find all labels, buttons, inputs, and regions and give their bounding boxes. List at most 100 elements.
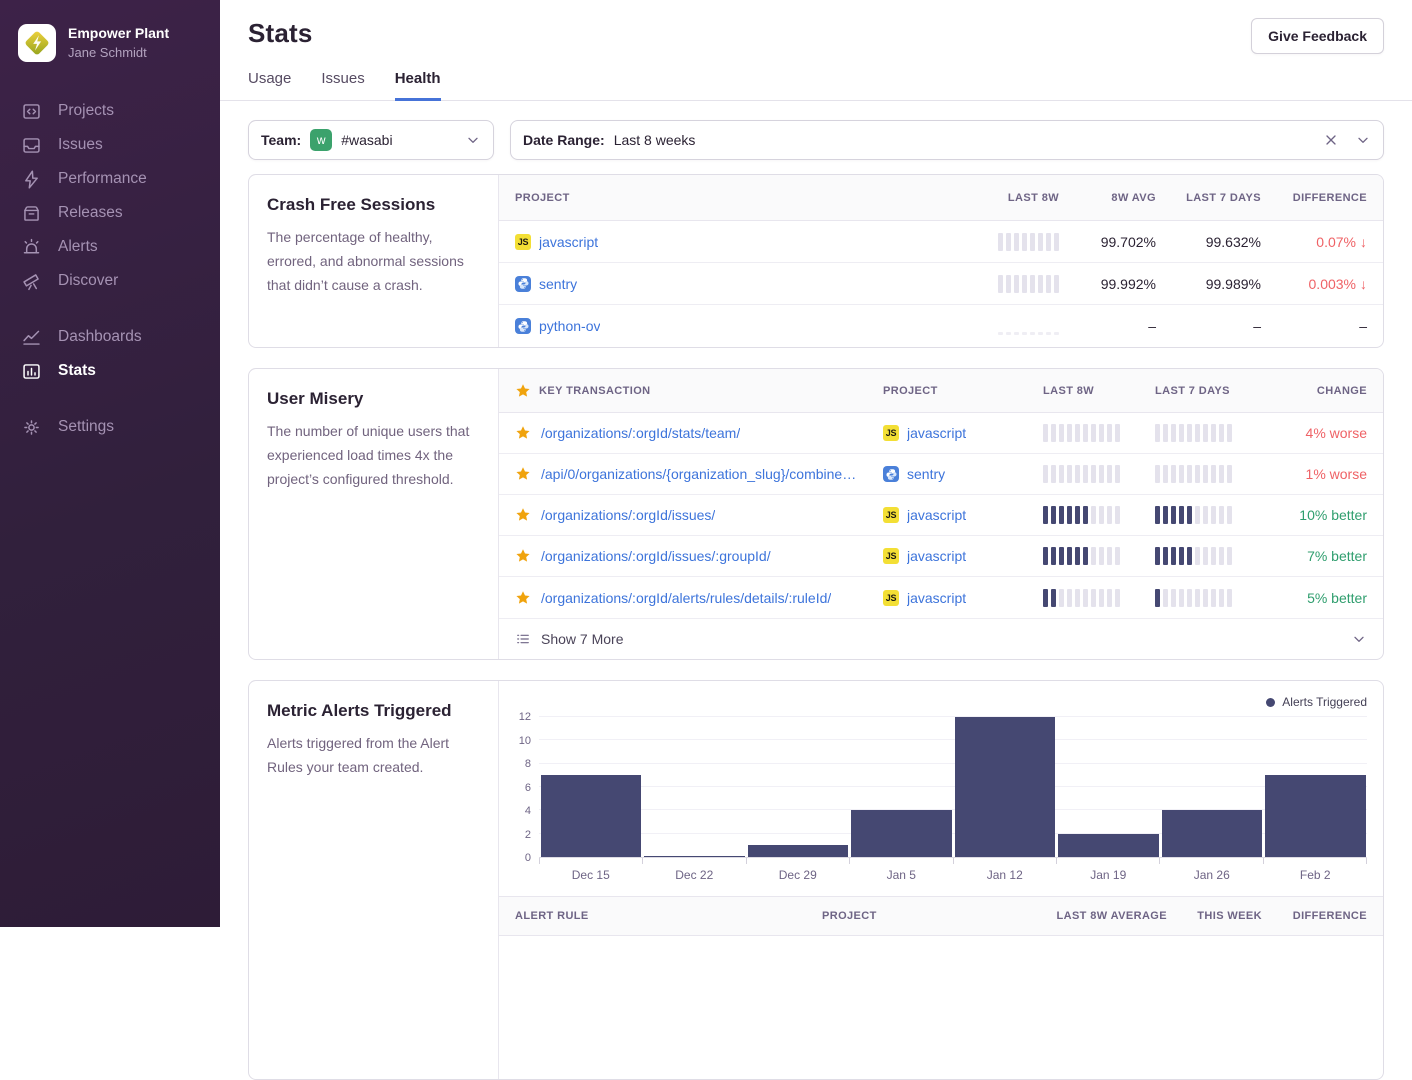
spark-bar xyxy=(1227,465,1232,483)
column-header-project: PROJECT xyxy=(822,910,1012,922)
spark-bar xyxy=(1075,547,1080,565)
sidebar-item-performance[interactable]: Performance xyxy=(0,162,220,196)
project-cell: python-ov xyxy=(515,318,969,334)
metric-alerts-body: Alerts Triggered 024681012 Dec 15Dec 22D… xyxy=(499,681,1383,1079)
spark-bar xyxy=(998,275,1003,293)
last-8w-sparkline-cell xyxy=(1043,589,1155,607)
sparkline xyxy=(998,275,1059,293)
chart-bar-dec-29 xyxy=(748,845,849,857)
spark-bar xyxy=(1091,547,1096,565)
sidebar: Empower Plant Jane Schmidt ProjectsIssue… xyxy=(0,0,220,927)
x-tick-label: Jan 5 xyxy=(850,868,954,882)
last-7-days-sparkline-cell xyxy=(1155,547,1267,565)
sidebar-item-dashboards[interactable]: Dashboards xyxy=(0,320,220,354)
nav-group: ProjectsIssuesPerformanceReleasesAlertsD… xyxy=(0,94,220,298)
main-content: Stats Give Feedback UsageIssuesHealth Te… xyxy=(220,0,1412,1080)
tab-usage[interactable]: Usage xyxy=(248,70,291,101)
chart-bar-jan-12 xyxy=(955,717,1056,857)
clear-date-range-icon[interactable] xyxy=(1323,132,1339,148)
transaction-link[interactable]: /organizations/:orgId/issues/:groupId/ xyxy=(541,548,771,564)
key-transaction-star-icon[interactable] xyxy=(515,548,531,564)
sidebar-item-stats[interactable]: Stats xyxy=(0,354,220,388)
spark-bar xyxy=(1187,506,1192,524)
spark-bar xyxy=(1038,332,1043,335)
change-value: 5% better xyxy=(1307,590,1367,606)
key-transaction-cell: /api/0/organizations/{organization_slug}… xyxy=(515,466,883,482)
spark-bar xyxy=(1043,506,1048,524)
key-transaction-star-icon[interactable] xyxy=(515,590,531,606)
sidebar-item-settings[interactable]: Settings xyxy=(0,410,220,444)
project-link[interactable]: javascript xyxy=(539,234,598,250)
project-link[interactable]: python-ov xyxy=(539,318,600,334)
org-switcher[interactable]: Empower Plant Jane Schmidt xyxy=(0,18,220,72)
key-transaction-star-icon[interactable] xyxy=(515,466,531,482)
chart-bar-dec-15 xyxy=(541,775,642,857)
spark-bar xyxy=(1115,465,1120,483)
sidebar-item-alerts[interactable]: Alerts xyxy=(0,230,220,264)
last-8w-sparkline-cell xyxy=(998,317,1059,335)
key-transaction-cell: /organizations/:orgId/issues/ xyxy=(515,507,883,523)
x-tick-label: Dec 29 xyxy=(746,868,850,882)
tab-issues[interactable]: Issues xyxy=(321,70,364,101)
javascript-platform-icon: JS xyxy=(515,234,531,250)
project-link[interactable]: javascript xyxy=(907,590,966,606)
sidebar-item-label: Dashboards xyxy=(58,328,142,346)
sparkline xyxy=(1043,589,1155,607)
sidebar-item-projects[interactable]: Projects xyxy=(0,94,220,128)
misery-table-rows: /organizations/:orgId/stats/team/JSjavas… xyxy=(499,413,1383,618)
project-cell: JSjavascript xyxy=(883,548,1043,564)
spark-bar xyxy=(1051,424,1056,442)
key-transaction-star-icon[interactable] xyxy=(515,507,531,523)
spark-bar xyxy=(1179,589,1184,607)
spark-bar xyxy=(1067,547,1072,565)
project-cell: sentry xyxy=(515,276,969,292)
chart-bars xyxy=(539,717,1367,857)
crash-table-rows: JSjavascript99.702%99.632%0.07%↓sentry99… xyxy=(499,221,1383,347)
project-link[interactable]: sentry xyxy=(907,466,945,482)
tab-health[interactable]: Health xyxy=(395,70,441,101)
transaction-link[interactable]: /organizations/:orgId/issues/ xyxy=(541,507,715,523)
spark-bar xyxy=(1163,506,1168,524)
sparkline xyxy=(998,317,1059,335)
last-8w-sparkline-cell xyxy=(1043,506,1155,524)
stats-icon xyxy=(20,360,42,382)
user-name: Jane Schmidt xyxy=(68,45,169,61)
x-tick-label: Dec 22 xyxy=(643,868,747,882)
sidebar-item-releases[interactable]: Releases xyxy=(0,196,220,230)
change-value: 10% better xyxy=(1299,507,1367,523)
chart-bar-column xyxy=(1160,717,1264,857)
team-filter[interactable]: Team: w #wasabi xyxy=(248,120,494,160)
key-transaction-star-icon[interactable] xyxy=(515,425,531,441)
spark-bar xyxy=(1014,332,1019,335)
org-name: Empower Plant xyxy=(68,25,169,43)
table-row: sentry99.992%99.989%0.003%↓ xyxy=(499,263,1383,305)
key-transaction-star-icon xyxy=(515,383,531,399)
show-more-row[interactable]: Show 7 More xyxy=(499,618,1383,659)
transaction-link[interactable]: /organizations/:orgId/stats/team/ xyxy=(541,425,740,441)
spark-bar xyxy=(1203,465,1208,483)
sparkline xyxy=(1043,506,1155,524)
spark-bar xyxy=(1038,233,1043,251)
last-7-days-sparkline-cell xyxy=(1155,465,1267,483)
crash-free-sessions-panel: Crash Free Sessions The percentage of he… xyxy=(248,174,1384,348)
project-link[interactable]: sentry xyxy=(539,276,577,292)
sidebar-item-issues[interactable]: Issues xyxy=(0,128,220,162)
chart-bar-jan-19 xyxy=(1058,834,1159,857)
give-feedback-button[interactable]: Give Feedback xyxy=(1251,18,1384,54)
x-tick xyxy=(1056,858,1159,864)
spark-bar xyxy=(1043,547,1048,565)
transaction-link[interactable]: /organizations/:orgId/alerts/rules/detai… xyxy=(541,590,831,606)
x-tick-label: Jan 19 xyxy=(1057,868,1161,882)
sidebar-item-discover[interactable]: Discover xyxy=(0,264,220,298)
date-range-filter[interactable]: Date Range: Last 8 weeks xyxy=(510,120,1384,160)
spark-bar xyxy=(1227,589,1232,607)
project-link[interactable]: javascript xyxy=(907,507,966,523)
spark-bar xyxy=(998,233,1003,251)
spark-bar xyxy=(1195,589,1200,607)
spark-bar xyxy=(1067,506,1072,524)
transaction-link[interactable]: /api/0/organizations/{organization_slug}… xyxy=(541,466,856,482)
project-link[interactable]: javascript xyxy=(907,548,966,564)
chart-legend[interactable]: Alerts Triggered xyxy=(509,693,1367,711)
column-header-8w-avg: 8W AVG xyxy=(1111,192,1156,204)
project-link[interactable]: javascript xyxy=(907,425,966,441)
